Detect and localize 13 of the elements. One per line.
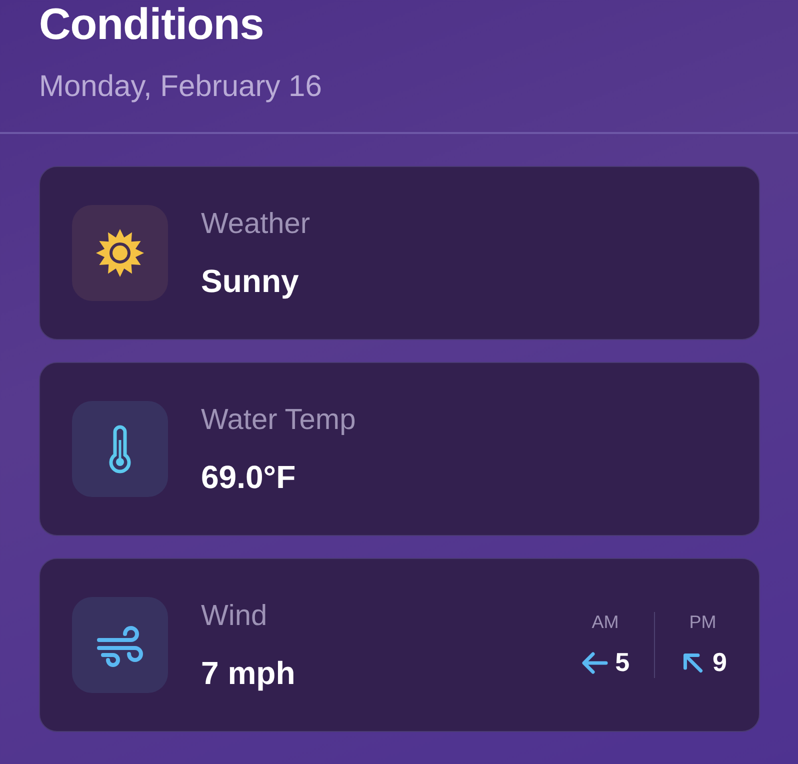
condition-label: Weather: [201, 207, 312, 241]
wind-speed: 9: [712, 647, 727, 678]
page-title: Conditions: [39, 0, 265, 50]
date-text: Monday, February 16: [39, 70, 323, 104]
condition-value: 7 mph: [201, 655, 296, 691]
period-label: PM: [689, 612, 716, 633]
condition-label: Water Temp: [201, 403, 357, 437]
condition-value: Sunny: [201, 263, 300, 299]
condition-label: Wind: [201, 599, 268, 633]
wind-speed: 5: [615, 647, 630, 678]
condition-value: 69.0°F: [201, 459, 297, 495]
period-label: AM: [592, 612, 619, 633]
sun-icon: [95, 228, 145, 278]
